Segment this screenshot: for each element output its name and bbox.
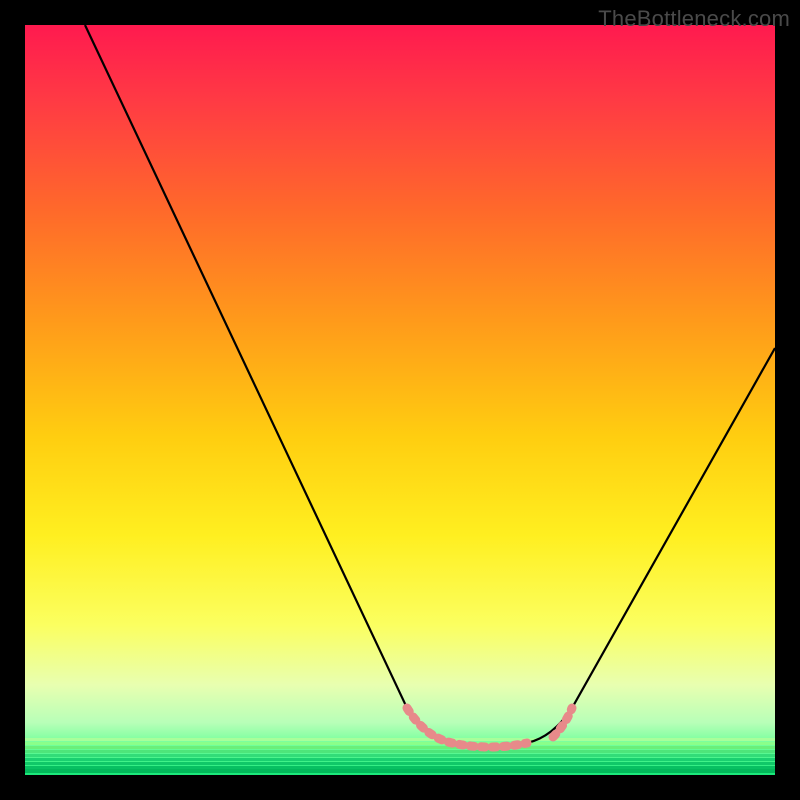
curve-black [85, 25, 775, 747]
watermark-text: TheBottleneck.com [598, 6, 790, 32]
curve-layer [25, 25, 775, 775]
marker-pink-left [407, 708, 527, 747]
marker-pink-right [553, 708, 572, 737]
chart-frame: TheBottleneck.com [0, 0, 800, 800]
plot-area [25, 25, 775, 775]
